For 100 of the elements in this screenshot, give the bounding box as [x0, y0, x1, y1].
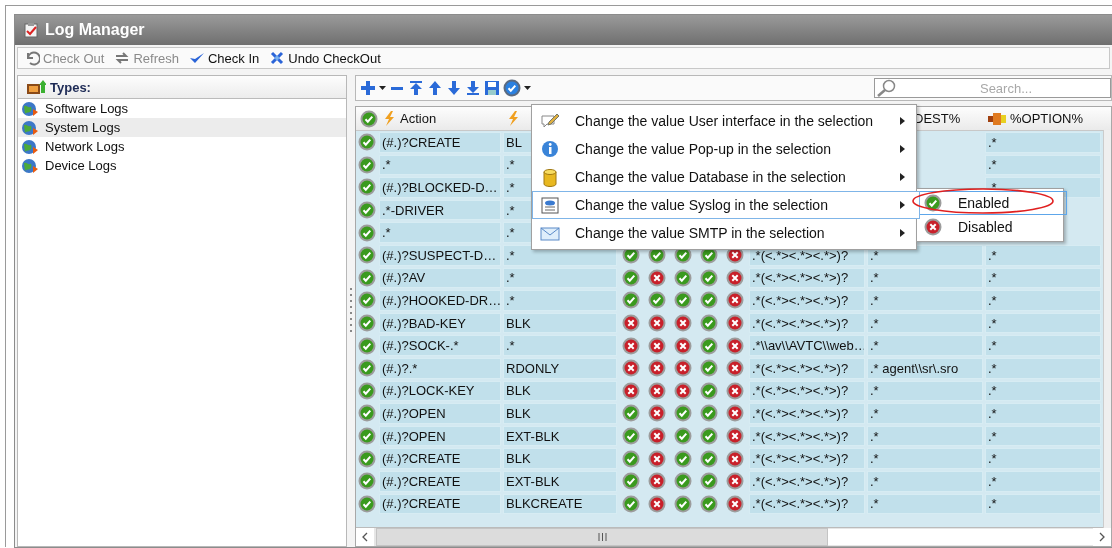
check-circle-icon[interactable] — [358, 359, 376, 378]
vertical-scrollbar[interactable] — [1103, 130, 1111, 528]
cross-circle-icon[interactable] — [726, 268, 744, 287]
move-top-icon[interactable] — [408, 80, 424, 96]
cross-circle-icon[interactable] — [622, 336, 640, 355]
check-circle-icon[interactable] — [622, 472, 640, 491]
check-circle-icon[interactable] — [358, 404, 376, 423]
check-circle-icon[interactable] — [622, 494, 640, 513]
check-circle-icon[interactable] — [358, 381, 376, 400]
check-circle-icon[interactable] — [358, 336, 376, 355]
check-circle-icon[interactable] — [700, 427, 718, 445]
cross-circle-icon[interactable] — [726, 472, 744, 491]
cross-circle-icon[interactable] — [622, 359, 640, 378]
arrow-down-icon[interactable] — [446, 80, 462, 96]
check-circle-icon[interactable] — [358, 155, 376, 174]
cross-circle-icon[interactable] — [726, 336, 744, 355]
cross-circle-icon[interactable] — [648, 336, 666, 355]
cross-circle-icon[interactable] — [726, 314, 744, 333]
check-circle-icon[interactable] — [358, 427, 376, 445]
cross-circle-icon[interactable] — [648, 427, 666, 445]
check-circle-icon[interactable] — [700, 381, 718, 400]
check-circle-icon[interactable] — [674, 494, 692, 513]
cross-circle-icon[interactable] — [674, 381, 692, 400]
check-circle-icon[interactable] — [622, 427, 640, 445]
check-circle-icon[interactable] — [358, 268, 376, 287]
check-circle-icon[interactable] — [358, 494, 376, 513]
menu-item[interactable]: Change the value Syslog in the selection — [532, 191, 920, 219]
tree-item[interactable]: System Logs — [18, 118, 346, 137]
column-header[interactable]: Action — [400, 111, 437, 126]
check-circle-icon[interactable] — [358, 246, 376, 265]
menu-item[interactable]: Enabled — [919, 191, 1067, 215]
check-circle-icon[interactable] — [674, 291, 692, 310]
splitter-handle[interactable] — [349, 288, 353, 334]
check-circle-icon[interactable] — [700, 472, 718, 491]
check-circle-icon[interactable] — [358, 314, 376, 333]
tree-item[interactable]: Software Logs — [18, 99, 346, 118]
check-circle-icon[interactable] — [700, 359, 718, 378]
scroll-left-button[interactable] — [356, 528, 374, 546]
check-circle-icon[interactable] — [700, 494, 718, 513]
check-circle-icon[interactable] — [700, 404, 718, 423]
cross-circle-icon[interactable] — [622, 314, 640, 333]
check-circle-icon[interactable] — [358, 449, 376, 468]
column-header[interactable]: %OPTION% — [1010, 111, 1083, 126]
caret-icon[interactable] — [379, 86, 386, 90]
cross-circle-icon[interactable] — [648, 472, 666, 491]
check-circle-icon[interactable] — [700, 449, 718, 468]
cross-circle-icon[interactable] — [726, 291, 744, 310]
save-icon[interactable] — [484, 80, 500, 96]
cross-circle-icon[interactable] — [674, 359, 692, 378]
check-circle-icon[interactable] — [358, 178, 376, 197]
check-circle-icon[interactable] — [360, 109, 378, 128]
check-circle-icon[interactable] — [358, 223, 376, 242]
cross-circle-icon[interactable] — [648, 494, 666, 513]
check-circle-icon[interactable] — [503, 79, 521, 97]
search-field[interactable]: Search... — [874, 78, 1111, 98]
scroll-right-button[interactable] — [1093, 528, 1111, 546]
arrow-up-icon[interactable] — [427, 80, 443, 96]
tree-item[interactable]: Network Logs — [18, 137, 346, 156]
tree-item[interactable]: Device Logs — [18, 156, 346, 175]
cross-circle-icon[interactable] — [648, 268, 666, 287]
check-circle-icon[interactable] — [358, 291, 376, 310]
check-circle-icon[interactable] — [674, 449, 692, 468]
menu-item[interactable]: Disabled — [919, 215, 1067, 239]
add-icon[interactable] — [360, 80, 376, 96]
cross-circle-icon[interactable] — [648, 359, 666, 378]
cross-circle-icon[interactable] — [726, 404, 744, 423]
scrollbar-thumb[interactable] — [376, 528, 828, 546]
move-bottom-icon[interactable] — [465, 80, 481, 96]
check-circle-icon[interactable] — [358, 201, 376, 220]
cross-circle-icon[interactable] — [648, 381, 666, 400]
check-circle-icon[interactable] — [648, 291, 666, 310]
check-circle-icon[interactable] — [622, 449, 640, 468]
cross-circle-icon[interactable] — [726, 449, 744, 468]
horizontal-scrollbar[interactable] — [356, 527, 1111, 546]
check-circle-icon[interactable] — [358, 472, 376, 491]
check-circle-icon[interactable] — [700, 268, 718, 287]
cross-circle-icon[interactable] — [648, 314, 666, 333]
check-circle-icon[interactable] — [674, 427, 692, 445]
cross-circle-icon[interactable] — [648, 449, 666, 468]
toolbar-button[interactable]: Check In — [186, 50, 262, 66]
caret-icon[interactable] — [524, 86, 531, 90]
cross-circle-icon[interactable] — [726, 381, 744, 400]
cross-circle-icon[interactable] — [648, 404, 666, 423]
toolbar-button[interactable]: Undo CheckOut — [267, 50, 383, 66]
cross-circle-icon[interactable] — [674, 336, 692, 355]
check-circle-icon[interactable] — [674, 472, 692, 491]
cross-circle-icon[interactable] — [726, 427, 744, 445]
check-circle-icon[interactable] — [358, 133, 376, 152]
cross-circle-icon[interactable] — [674, 314, 692, 333]
check-circle-icon[interactable] — [700, 291, 718, 310]
cross-circle-icon[interactable] — [726, 359, 744, 378]
check-circle-icon[interactable] — [700, 314, 718, 333]
check-circle-icon[interactable] — [622, 291, 640, 310]
check-circle-icon[interactable] — [674, 268, 692, 287]
check-circle-icon[interactable] — [674, 404, 692, 423]
cross-circle-icon[interactable] — [622, 381, 640, 400]
check-circle-icon[interactable] — [622, 404, 640, 423]
cross-circle-icon[interactable] — [726, 494, 744, 513]
check-circle-icon[interactable] — [700, 336, 718, 355]
check-circle-icon[interactable] — [622, 268, 640, 287]
